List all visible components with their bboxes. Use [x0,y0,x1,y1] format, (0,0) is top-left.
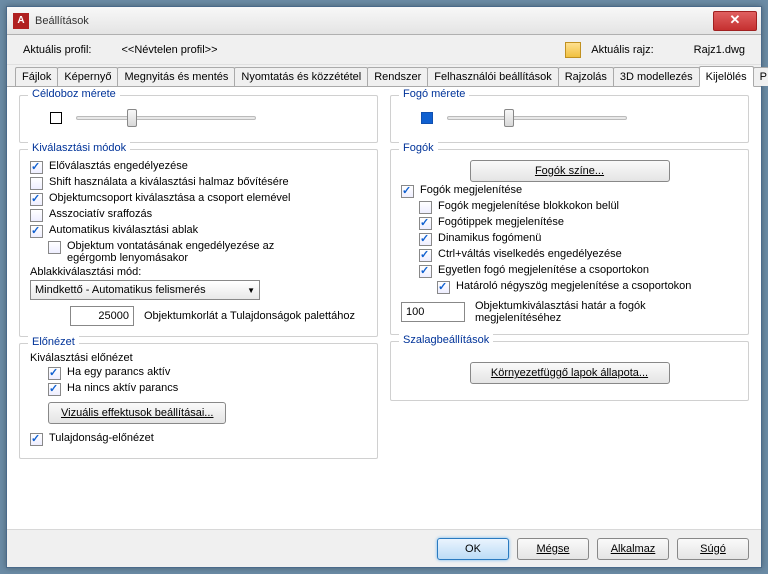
chk-noun-verb[interactable] [30,161,43,174]
dialog-footer: OK Mégse Alkalmaz Súgó [7,529,761,567]
settings-window: A Beállítások ✕ Aktuális profil: <<Névte… [6,6,762,568]
current-drawing-label: Aktuális rajz: [591,44,653,56]
current-drawing-value: Rajz1.dwg [694,44,745,56]
chk-single-grip-groups[interactable] [419,265,432,278]
tab-p[interactable]: P [753,67,768,86]
chk-show-grips[interactable] [401,185,414,198]
grips-group: Fogók Fogók színe... Fogók megjelenítése… [390,149,749,335]
tab-k-perny-[interactable]: Képernyő [57,67,118,86]
visual-effects-button[interactable]: Vizuális effektusok beállításai... [48,402,226,424]
tab-3d-modellez-s[interactable]: 3D modellezés [613,67,700,86]
tab-megnyit-s-s-ment-s[interactable]: Megnyitás és mentés [117,67,235,86]
ok-button[interactable]: OK [437,538,509,560]
tab-felhaszn-l-i-be-ll-t-sok[interactable]: Felhasználói beállítások [427,67,558,86]
cancel-button[interactable]: Mégse [517,538,589,560]
preview-group: Előnézet Kiválasztási előnézet Ha egy pa… [19,343,378,459]
grip-size-group: Fogó mérete [390,95,749,143]
grip-colors-button[interactable]: Fogók színe... [470,160,670,182]
chk-bbox-groups[interactable] [437,281,450,294]
tab-f-jlok[interactable]: Fájlok [15,67,58,86]
pickbox-size-group: Céldoboz mérete [19,95,378,143]
selection-modes-group: Kiválasztási módok Előválasztás engedély… [19,149,378,337]
object-limit-input[interactable]: 25000 [70,306,134,326]
chk-dyn-grip-menu[interactable] [419,233,432,246]
chk-when-no-cmd[interactable] [48,383,61,396]
chevron-down-icon: ▼ [247,286,255,295]
drawing-icon [565,42,581,58]
close-button[interactable]: ✕ [713,11,757,31]
chk-implied-window[interactable] [30,225,43,238]
chk-property-preview[interactable] [30,433,43,446]
tab-rajzol-s[interactable]: Rajzolás [558,67,614,86]
window-title: Beállítások [35,15,709,27]
left-column: Céldoboz mérete Kiválasztási módok Elővá… [19,95,378,523]
current-profile-value: <<Névtelen profil>> [121,44,217,56]
window-mode-combo[interactable]: Mindkettő - Automatikus felismerés ▼ [30,280,260,300]
contextual-tabs-button[interactable]: Környezetfüggő lapok állapota... [470,362,670,384]
apply-button[interactable]: Alkalmaz [597,538,669,560]
tab-kijel-l-s[interactable]: Kijelölés [699,66,754,87]
titlebar[interactable]: A Beállítások ✕ [7,7,761,35]
chk-object-grouping[interactable] [30,193,43,206]
pickbox-size-slider[interactable] [76,116,256,120]
chk-ctrl-cycle[interactable] [419,249,432,262]
tab-nyomtat-s-s-k-zz-t-tel[interactable]: Nyomtatás és közzététel [234,67,368,86]
chk-grips-in-blocks[interactable] [419,201,432,214]
chk-press-drag[interactable] [48,241,61,254]
tab-rendszer[interactable]: Rendszer [367,67,428,86]
chk-when-cmd-active[interactable] [48,367,61,380]
header-row: Aktuális profil: <<Névtelen profil>> Akt… [7,35,761,65]
grip-size-slider[interactable] [447,116,627,120]
selection-preview-label: Kiválasztási előnézet [30,352,133,364]
grip-limit-input[interactable]: 100 [401,302,465,322]
current-profile-label: Aktuális profil: [23,44,91,56]
app-icon: A [13,13,29,29]
window-mode-label: Ablakkiválasztási mód: [30,266,367,278]
right-column: Fogó mérete Fogók Fogók színe... Fogók m… [390,95,749,523]
pickbox-preview-icon [50,112,62,124]
chk-shift-add[interactable] [30,177,43,190]
grip-preview-icon [421,112,433,124]
chk-assoc-hatch[interactable] [30,209,43,222]
tabs-bar: FájlokKépernyőMegnyitás és mentésNyomtat… [7,65,761,87]
ribbon-settings-group: Szalagbeállítások Környezetfüggő lapok á… [390,341,749,401]
chk-grip-tips[interactable] [419,217,432,230]
help-button[interactable]: Súgó [677,538,749,560]
